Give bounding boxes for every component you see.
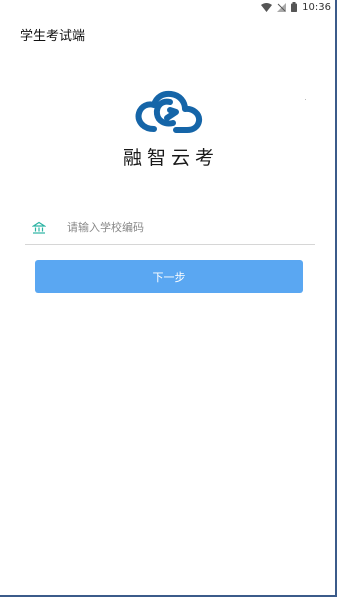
school-code-field[interactable] [25,211,315,245]
wifi-icon [261,2,273,12]
next-button[interactable]: 下一步 [35,260,303,293]
app-bar: 学生考试端 [0,14,337,54]
battery-icon [291,2,298,12]
school-code-input[interactable] [67,221,297,234]
signal-off-icon [277,2,287,12]
status-bar: 10:36 [0,0,337,14]
page-title: 学生考试端 [20,28,86,44]
bank-icon [32,221,46,235]
decorative-dot [305,99,306,100]
cloud-sync-logo [130,88,206,136]
brand-name: 融智云考 [122,147,219,169]
status-time: 10:36 [302,1,331,13]
